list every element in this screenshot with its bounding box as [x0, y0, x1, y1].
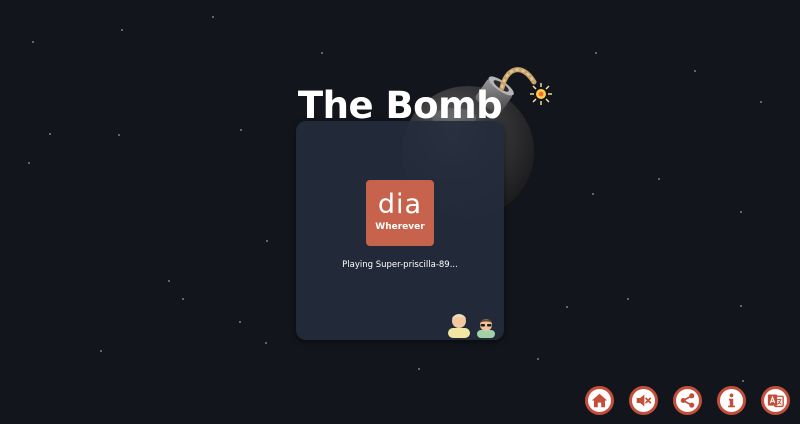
- syllable-tile: dia Wherever: [366, 180, 434, 246]
- language-icon: [767, 394, 784, 408]
- info-icon: [728, 393, 735, 408]
- language-button[interactable]: [761, 386, 790, 415]
- status-text: Playing Super-priscilla-89...: [342, 260, 458, 270]
- home-icon: [591, 393, 608, 408]
- mute-icon: [636, 394, 652, 407]
- syllable-text: dia: [377, 189, 423, 220]
- share-icon: [680, 393, 695, 408]
- info-button[interactable]: [717, 386, 746, 415]
- player-list: [446, 310, 496, 338]
- game-panel: dia Wherever Playing Super-priscilla-89.…: [296, 121, 504, 340]
- share-button[interactable]: [673, 386, 702, 415]
- rule-label: Wherever: [375, 222, 425, 232]
- mute-button[interactable]: [629, 386, 658, 415]
- person-icon: [448, 314, 470, 338]
- home-button[interactable]: [585, 386, 614, 415]
- game-title: The Bomb: [297, 84, 503, 127]
- toolbar: [585, 386, 790, 415]
- person-sunglasses-icon: [477, 319, 495, 338]
